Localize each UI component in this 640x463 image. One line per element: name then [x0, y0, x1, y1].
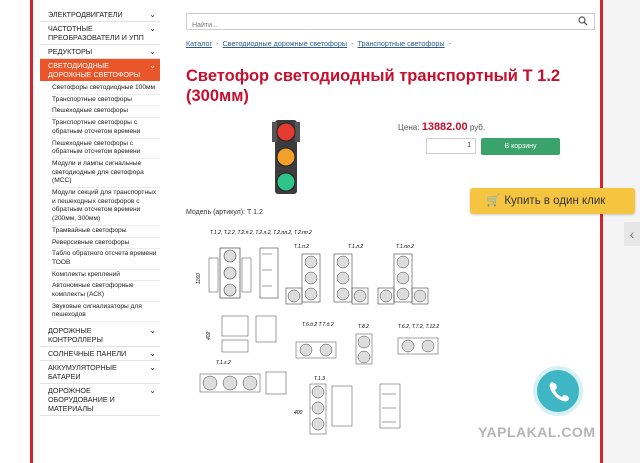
breadcrumb-led-lights-link[interactable]: Светодиодные дорожные светофоры [223, 39, 348, 48]
sidebar-item-label: СОЛНЕЧНЫЕ ПАНЕЛИ [48, 349, 127, 359]
drawing-label-t13: Т.1.3 [314, 376, 325, 382]
chevron-down-icon: ⌄ [149, 363, 156, 373]
submenu-item[interactable]: Автономные светофорные комплекты (АСК) [52, 281, 160, 302]
call-button[interactable] [533, 366, 583, 416]
add-to-cart-button[interactable]: В корзину [481, 138, 560, 155]
sidebar-item-label: ЭЛЕКТРОДВИГАТЕЛИ [48, 10, 123, 19]
quantity-input[interactable]: 1 [426, 138, 476, 154]
sidebar-item-led-traffic-lights[interactable]: СВЕТОДИОДНЫЕ ДОРОЖНЫЕ СВЕТОФОРЫ ⌄ [40, 59, 160, 81]
chevron-down-icon: ⌄ [149, 24, 156, 33]
search-icon[interactable] [578, 16, 588, 26]
sidebar-item-road-controllers[interactable]: ДОРОЖНЫЕ КОНТРОЛЛЕРЫ ⌄ [40, 324, 160, 348]
sidebar-item-label: АККУМУЛЯТОРНЫЕ БАТАРЕИ [48, 363, 117, 382]
sidebar-item-frequency-converters[interactable]: ЧАСТОТНЫЕ ПРЕОБРАЗОВАТЕЛИ И УПП ⌄ [40, 22, 160, 45]
sidebar-item-electric-motors[interactable]: ЭЛЕКТРОДВИГАТЕЛИ ⌄ [40, 8, 160, 22]
technical-drawing[interactable]: Т.1.2, Т.2.2, Т.2.п.2, Т.2.л.2, Т.2.пл.2… [186, 224, 444, 459]
submenu-item[interactable]: Трамвайные светофоры [52, 226, 160, 238]
submenu-item[interactable]: Светофоры светодиодные 100мм [52, 83, 160, 95]
price-value: 13882.00 [421, 121, 468, 133]
submenu-item[interactable]: Транспортные светофоры с обратным отсчет… [52, 118, 160, 139]
breadcrumb-separator: - [351, 39, 354, 48]
submenu-item[interactable]: Пешеходные светофоры [52, 106, 160, 119]
breadcrumb: Каталог - Светодиодные дорожные светофор… [186, 39, 453, 48]
chevron-down-icon: ⌄ [149, 386, 156, 396]
frame-left-border [30, 0, 33, 463]
submenu-item[interactable]: Реверсивные светофоры [52, 238, 160, 250]
catalog-sidebar: ЭЛЕКТРОДВИГАТЕЛИ ⌄ ЧАСТОТНЫЕ ПРЕОБРАЗОВА… [40, 8, 160, 417]
sidebar-submenu: Светофоры светодиодные 100мм Транспортны… [40, 81, 160, 324]
sidebar-item-road-equipment[interactable]: ДОРОЖНОЕ ОБОРУДОВАНИЕ И МАТЕРИАЛЫ ⌄ [40, 384, 160, 417]
sidebar-item-batteries[interactable]: АККУМУЛЯТОРНЫЕ БАТАРЕИ ⌄ [40, 361, 160, 385]
drawing-label-t8: Т.8.2 [358, 324, 369, 330]
chevron-down-icon: ⌄ [149, 326, 156, 336]
chevron-down-icon: ⌄ [149, 10, 156, 19]
chevron-down-icon: ⌄ [149, 349, 156, 359]
drawing-label-t6: Т.6.д.2 Т.7.д.2 [302, 322, 334, 328]
drawing-label-group1: Т.1.2, Т.2.2, Т.2.п.2, Т.2.л.2, Т.2.пл.2… [210, 230, 312, 236]
price-row: Цена: 13882.00 руб. [398, 121, 485, 133]
watermark: YAPLAKAL.COM [478, 424, 596, 440]
sidebar-item-label: СВЕТОДИОДНЫЕ ДОРОЖНЫЕ СВЕТОФОРЫ [48, 61, 141, 79]
search-box [186, 13, 595, 33]
submenu-item[interactable]: Табло обратного отсчета времени ТООВ [52, 249, 160, 270]
price-label: Цена: [398, 123, 420, 132]
sidebar-item-label: ЧАСТОТНЫЕ ПРЕОБРАЗОВАТЕЛИ И УПП [48, 24, 144, 42]
submenu-item[interactable]: Пешеходные светофоры с обратным отсчетом… [52, 139, 160, 159]
breadcrumb-transport-lights-link[interactable]: Транспортные светофоры [357, 39, 444, 48]
buy-one-click-button[interactable]: 🛒 Купить в один клик [470, 188, 635, 214]
submenu-item[interactable]: Модули и лампы сигнальные светодиодные д… [52, 159, 160, 189]
drawing-label-t6t7: Т.6.2, Т.7.2, Т.12.2 [398, 324, 439, 330]
submenu-item[interactable]: Звуковые сигнализаторы для пешеходов [52, 302, 160, 323]
chevron-down-icon: ⌄ [149, 47, 156, 56]
drawing-label-t1pl2: Т.1.пл.2 [396, 244, 414, 250]
search-input[interactable] [187, 18, 567, 33]
price-currency: руб. [469, 123, 486, 132]
drawing-label-t1g2: Т.1.г.2 [216, 360, 231, 366]
traffic-light-image[interactable] [272, 120, 300, 194]
model-article: Модель (артикул): Т 1.2 [186, 209, 263, 216]
breadcrumb-catalog-link[interactable]: Каталог [186, 39, 212, 48]
dimension-label: 402 [206, 331, 212, 340]
chevron-down-icon: ⌄ [149, 61, 156, 70]
sidebar-item-reducers[interactable]: РЕДУКТОРЫ ⌄ [40, 45, 160, 59]
dimension-label: 1160 [196, 273, 202, 284]
breadcrumb-separator: - [216, 39, 219, 48]
cart-icon: 🛒 [486, 195, 501, 207]
buy-one-click-label: Купить в один клик [504, 195, 606, 207]
sidebar-item-label: РЕДУКТОРЫ [48, 47, 93, 56]
sidebar-item-label: ДОРОЖНЫЕ КОНТРОЛЛЕРЫ [48, 326, 103, 345]
submenu-item[interactable]: Комплекты креплений [52, 270, 160, 282]
submenu-item[interactable]: Транспортные светофоры [52, 95, 160, 107]
scroll-next-arrow[interactable]: ‹ [624, 222, 640, 246]
drawing-label-t1p2: Т.1.п.2 [294, 244, 309, 250]
sidebar-item-solar-panels[interactable]: СОЛНЕЧНЫЕ ПАНЕЛИ ⌄ [40, 347, 160, 362]
page-title: Светофор светодиодный транспортный Т 1.2… [186, 67, 561, 105]
breadcrumb-separator: - [448, 39, 451, 48]
dimension-label: 400 [294, 410, 303, 416]
submenu-item[interactable]: Модули секций для транспортных и пешеход… [52, 188, 160, 226]
sidebar-item-label: ДОРОЖНОЕ ОБОРУДОВАНИЕ И МАТЕРИАЛЫ [48, 386, 115, 414]
drawing-label-t1l2: Т.1.л.2 [348, 244, 363, 250]
phone-icon [549, 382, 569, 402]
